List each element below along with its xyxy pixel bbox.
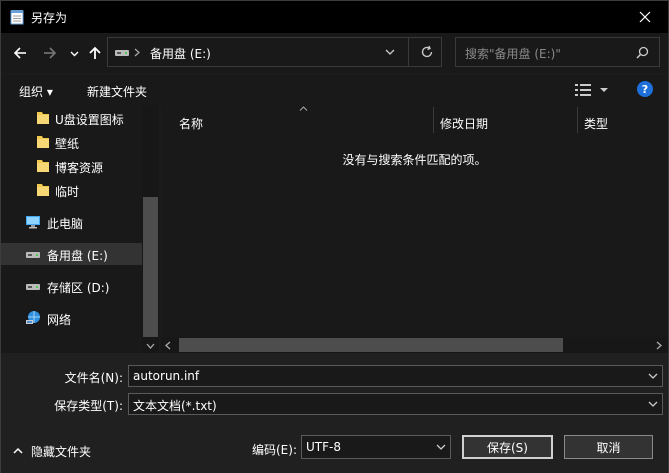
file-list-scrollbar-thumb[interactable]: [179, 338, 563, 352]
filetype-select[interactable]: 文本文档(*.txt): [128, 393, 663, 415]
chevron-down-icon[interactable]: [648, 399, 658, 409]
close-icon: [639, 11, 651, 23]
address-divider: [408, 38, 409, 66]
encoding-value[interactable]: UTF-8: [306, 440, 341, 454]
sidebar-item-this-pc[interactable]: 此电脑: [1, 211, 142, 233]
sidebar-item-label: 壁纸: [55, 137, 80, 151]
window-title: 另存为: [31, 11, 68, 25]
sidebar-scrollbar-thumb[interactable]: [143, 197, 158, 337]
refresh-icon[interactable]: [420, 45, 434, 59]
notepad-icon: [10, 10, 24, 25]
arrow-right-icon: [44, 47, 57, 59]
sidebar-item-wallpaper[interactable]: 壁纸: [1, 131, 142, 153]
back-button[interactable]: [9, 41, 31, 65]
scroll-down-icon[interactable]: [146, 343, 155, 349]
network-icon: [26, 311, 40, 324]
organize-button[interactable]: 组织 ▾: [19, 83, 53, 100]
folder-icon: [37, 112, 49, 124]
folder-icon: [37, 184, 49, 196]
search-box[interactable]: 搜索"备用盘 (E:)": [455, 37, 660, 67]
file-list-scrollbar[interactable]: [161, 337, 668, 353]
search-placeholder[interactable]: 搜索"备用盘 (E:)": [465, 45, 561, 62]
drive-icon: [26, 284, 40, 290]
encoding-label: 编码(E):: [252, 443, 297, 457]
filename-value[interactable]: autorun.inf: [133, 369, 199, 383]
chevron-down-icon[interactable]: [648, 371, 658, 381]
chevron-down-icon[interactable]: [436, 442, 446, 452]
scroll-right-icon[interactable]: [656, 341, 662, 350]
column-header-modified[interactable]: 修改日期: [434, 107, 488, 135]
title-bar[interactable]: 另存为: [1, 1, 668, 33]
sidebar-item-label: 存储区 (D:): [47, 281, 110, 295]
hide-folders-toggle[interactable]: 隐藏文件夹: [13, 443, 91, 459]
sidebar-scrollbar[interactable]: [142, 105, 159, 353]
file-list: 名称 修改日期 类型 没有与搜索条件匹配的项。: [161, 105, 668, 353]
new-folder-button[interactable]: 新建文件夹: [87, 83, 147, 100]
sidebar-item-u-disk-icons[interactable]: U盘设置图标: [1, 107, 142, 129]
sidebar-item-label: 临时: [55, 185, 80, 199]
address-path[interactable]: 备用盘 (E:): [150, 45, 211, 62]
filetype-value[interactable]: 文本文档(*.txt): [133, 397, 217, 414]
breadcrumb-chevron-icon: [134, 48, 140, 57]
folder-icon: [37, 136, 49, 148]
encoding-select[interactable]: UTF-8: [301, 435, 451, 459]
column-header-name[interactable]: 名称: [173, 107, 203, 135]
scroll-left-icon[interactable]: [165, 341, 171, 350]
computer-icon: [26, 216, 40, 229]
search-icon[interactable]: [636, 46, 649, 59]
sidebar-item-label: U盘设置图标: [55, 113, 124, 127]
toolbar: 组织 ▾ 新建文件夹 ?: [1, 75, 668, 105]
sidebar-item-label: 博客资源: [55, 161, 104, 175]
empty-message: 没有与搜索条件匹配的项。: [342, 153, 487, 167]
column-header-type[interactable]: 类型: [578, 107, 608, 135]
sidebar-item-storage-drive[interactable]: 存储区 (D:): [1, 275, 142, 297]
up-button[interactable]: [85, 41, 105, 65]
sidebar-item-temp[interactable]: 临时: [1, 179, 142, 201]
chevron-down-icon: [70, 51, 78, 56]
folder-icon: [37, 160, 49, 172]
cancel-button[interactable]: 取消: [564, 435, 653, 459]
arrow-up-icon: [89, 46, 101, 59]
sidebar-item-label: 备用盘 (E:): [47, 249, 108, 263]
filename-input[interactable]: autorun.inf: [128, 365, 663, 387]
arrow-left-icon: [13, 47, 26, 59]
close-button[interactable]: [622, 1, 668, 33]
sidebar-item-label: 网络: [47, 313, 72, 327]
hide-folders-label: 隐藏文件夹: [31, 444, 92, 459]
view-options-icon[interactable]: [575, 84, 609, 96]
chevron-up-icon: [13, 447, 23, 454]
sidebar-item-backup-drive[interactable]: 备用盘 (E:): [1, 243, 142, 265]
save-as-dialog: 另存为 备用盘 (E:) 搜索"备用盘 (E:)" 组织 ▾ 新建文件夹 ? U…: [0, 0, 669, 473]
drive-icon: [115, 50, 129, 56]
save-button[interactable]: 保存(S): [462, 435, 553, 459]
filetype-label: 保存类型(T):: [54, 399, 123, 413]
address-dropdown-icon[interactable]: [385, 48, 395, 56]
save-options-panel: 文件名(N): autorun.inf 保存类型(T): 文本文档(*.txt)…: [1, 353, 668, 473]
sidebar-item-network[interactable]: 网络: [1, 307, 142, 329]
recent-locations-button[interactable]: [67, 41, 81, 65]
sidebar-item-blog-resources[interactable]: 博客资源: [1, 155, 142, 177]
sidebar-item-label: 此电脑: [47, 217, 84, 231]
address-bar[interactable]: 备用盘 (E:): [107, 37, 442, 67]
forward-button[interactable]: [39, 41, 61, 65]
navigation-pane: U盘设置图标 壁纸 博客资源 临时 此电脑 备用盘 (E:) 存储区 (D:) …: [1, 105, 159, 353]
drive-icon: [26, 252, 40, 258]
filename-label: 文件名(N):: [64, 371, 123, 385]
sort-ascending-icon: [299, 106, 308, 111]
help-icon[interactable]: ?: [637, 81, 653, 97]
